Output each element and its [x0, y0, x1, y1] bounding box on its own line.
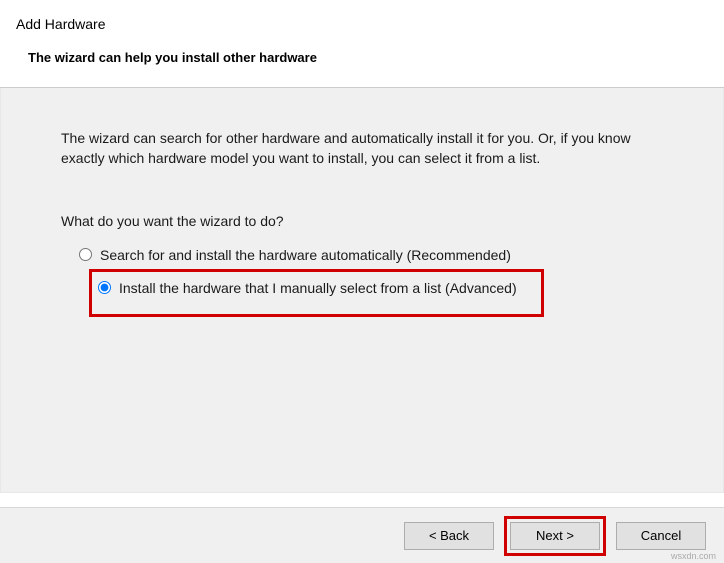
- window-title: Add Hardware: [16, 16, 704, 32]
- question-text: What do you want the wizard to do?: [61, 213, 663, 229]
- wizard-header: Add Hardware The wizard can help you ins…: [0, 0, 724, 88]
- radio-auto-input[interactable]: [79, 248, 92, 261]
- radio-group: Search for and install the hardware auto…: [79, 243, 663, 317]
- watermark-text: wsxdn.com: [671, 551, 716, 561]
- cancel-button[interactable]: Cancel: [616, 522, 706, 550]
- wizard-body: The wizard can search for other hardware…: [0, 88, 724, 493]
- radio-manual-input[interactable]: [98, 281, 111, 294]
- radio-auto-label: Search for and install the hardware auto…: [100, 247, 511, 263]
- highlight-box-next: Next >: [504, 516, 606, 556]
- radio-option-auto[interactable]: Search for and install the hardware auto…: [79, 243, 663, 267]
- intro-text: The wizard can search for other hardware…: [61, 128, 663, 169]
- highlight-box-manual: Install the hardware that I manually sel…: [89, 269, 544, 317]
- back-button[interactable]: < Back: [404, 522, 494, 550]
- next-button[interactable]: Next >: [510, 522, 600, 550]
- radio-option-manual[interactable]: Install the hardware that I manually sel…: [98, 280, 535, 296]
- radio-manual-label: Install the hardware that I manually sel…: [119, 280, 517, 296]
- wizard-footer: < Back Next > Cancel: [0, 507, 724, 563]
- wizard-subtitle: The wizard can help you install other ha…: [28, 50, 704, 65]
